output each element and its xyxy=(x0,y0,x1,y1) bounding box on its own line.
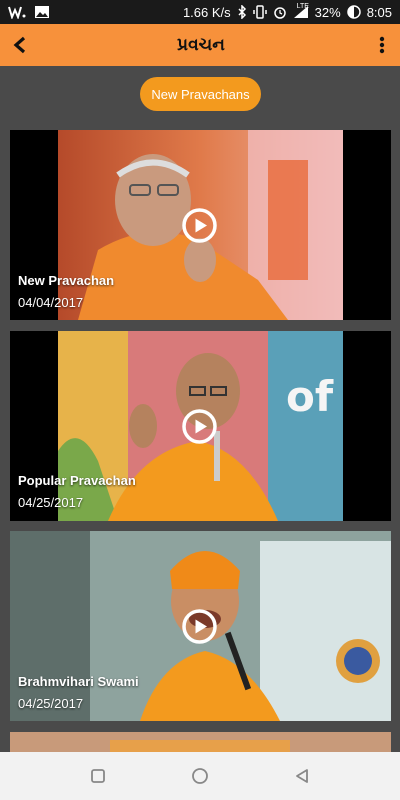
card-title: Popular Pravachan xyxy=(18,473,136,488)
back-nav-button[interactable] xyxy=(285,759,319,793)
video-card-new-pravachan[interactable]: New Pravachan 04/04/2017 xyxy=(10,130,391,320)
video-card-popular-pravachan[interactable]: of Popular Pravachan 04/25/2017 xyxy=(10,331,391,521)
home-icon xyxy=(192,768,208,784)
back-button[interactable] xyxy=(2,24,38,66)
play-icon[interactable] xyxy=(181,207,218,244)
back-triangle-icon xyxy=(296,769,308,783)
card-date: 04/25/2017 xyxy=(18,495,84,510)
back-arrow-icon xyxy=(13,36,26,54)
more-vert-icon xyxy=(379,36,385,54)
overflow-menu-button[interactable] xyxy=(364,24,400,66)
vibrate-icon xyxy=(252,5,267,19)
page-title: પ્રવચન xyxy=(177,35,225,55)
card-title: Brahmvihari Swami xyxy=(18,674,139,689)
card-date: 04/25/2017 xyxy=(18,696,84,711)
network-speed: 1.66 K/s xyxy=(182,4,231,20)
signal-icon: LTE xyxy=(293,3,309,19)
bluetooth-icon xyxy=(237,5,247,19)
network-type: LTE xyxy=(296,3,309,10)
battery-icon xyxy=(346,5,361,19)
svg-text:of: of xyxy=(286,372,334,421)
recents-icon xyxy=(91,769,105,783)
battery-percent: 32% xyxy=(314,4,341,20)
home-button[interactable] xyxy=(183,759,217,793)
content-list: New Pravachans New Pravachan 04/04/2017 … xyxy=(0,66,400,752)
status-bar: 1.66 K/s LTE 32% 8:05 xyxy=(0,0,400,24)
play-icon[interactable] xyxy=(181,408,218,445)
system-navigation-bar xyxy=(0,752,400,800)
card-title: New Pravachan xyxy=(18,273,115,288)
card-date: 04/04/2017 xyxy=(18,295,84,310)
image-icon xyxy=(34,5,50,19)
clock: 8:05 xyxy=(366,4,392,20)
recents-button[interactable] xyxy=(81,759,115,793)
new-pravachans-button[interactable]: New Pravachans xyxy=(140,77,261,111)
app-bar: પ્રવચન xyxy=(0,24,400,66)
video-card-partial[interactable] xyxy=(10,732,391,752)
video-card-brahmvihari-swami[interactable]: Brahmvihari Swami 04/25/2017 xyxy=(10,531,391,721)
wish-app-icon xyxy=(8,5,26,19)
play-icon[interactable] xyxy=(181,608,218,645)
alarm-icon xyxy=(273,5,287,19)
